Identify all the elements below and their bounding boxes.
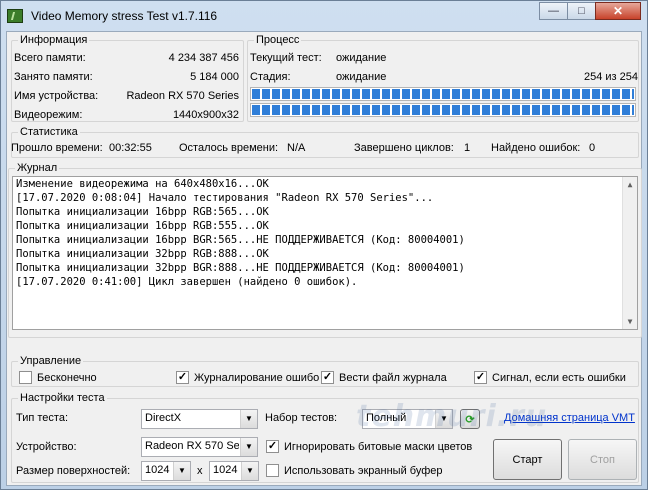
endless-label[interactable]: Бесконечно <box>37 371 97 385</box>
maximize-button[interactable]: □ <box>567 2 596 20</box>
ignore-bitmasks-checkbox[interactable]: ✓ <box>266 440 279 453</box>
log-line: Попытка инициализации 16bpp RGB:565...ОК <box>16 206 269 218</box>
current-test-label: Текущий тест: <box>250 52 322 64</box>
process-group: Процесс Текущий тест: ожидание Стадия: о… <box>247 33 639 122</box>
current-test-value: ожидание <box>336 52 387 64</box>
progress-bar-1 <box>250 87 636 101</box>
log-line: Попытка инициализации 32bpp RGB:888...ОК <box>16 248 269 260</box>
endless-checkbox[interactable] <box>19 371 32 384</box>
test-type-value: DirectX <box>145 412 182 424</box>
surface-height-value: 1024 <box>213 464 238 476</box>
log-file-label[interactable]: Вести файл журнала <box>339 371 447 385</box>
process-legend: Процесс <box>254 33 302 47</box>
journal-log[interactable]: Изменение видеорежима на 640x480x16...ОК… <box>12 176 638 330</box>
total-memory-value: 4 234 387 456 <box>168 52 239 64</box>
stage-value: ожидание <box>336 71 387 83</box>
journal-scrollbar[interactable]: ▲ ▼ <box>622 177 637 329</box>
title-bar[interactable]: Video Memory stress Test v1.7.116 — □ ✕ <box>1 1 647 31</box>
cycles-label: Завершено циклов: <box>354 142 454 154</box>
log-line: Попытка инициализации 16bpp RGB:555...ОК <box>16 220 269 232</box>
test-type-label: Тип теста: <box>16 412 69 424</box>
log-line: Изменение видеорежима на 640x480x16...ОК <box>16 178 269 190</box>
stage-count: 254 из 254 <box>583 71 638 83</box>
journal-lines: Изменение видеорежима на 640x480x16...ОК… <box>13 177 637 289</box>
stop-button[interactable]: Стоп <box>568 439 637 480</box>
elapsed-label: Прошло времени: <box>11 142 103 154</box>
remaining-label: Осталось времени: <box>179 142 279 154</box>
total-memory-label: Всего памяти: <box>14 52 86 64</box>
elapsed-value: 00:32:55 <box>109 142 152 154</box>
device-name-value: Radeon RX 570 Series <box>126 90 239 102</box>
log-errors-checkbox[interactable]: ✓ <box>176 371 189 384</box>
stage-label: Стадия: <box>250 71 291 83</box>
scroll-up-button[interactable]: ▲ <box>623 177 637 192</box>
progress-bar-2-fill <box>252 105 634 115</box>
surface-width-select[interactable]: 1024 ▼ <box>141 461 191 481</box>
test-type-select[interactable]: DirectX ▼ <box>141 409 258 429</box>
beep-checkbox[interactable]: ✓ <box>474 371 487 384</box>
stats-legend: Статистика <box>18 125 80 139</box>
progress-bar-2 <box>250 103 636 117</box>
control-group: Управление Бесконечно ✓ Журналирование о… <box>11 354 639 387</box>
test-set-label: Набор тестов: <box>265 412 338 424</box>
screen-buffer-checkbox[interactable] <box>266 464 279 477</box>
cycles-value: 1 <box>464 142 471 154</box>
used-memory-label: Занято памяти: <box>14 71 93 83</box>
scroll-down-button[interactable]: ▼ <box>623 314 637 329</box>
device-select[interactable]: Radeon RX 570 Series ▼ <box>141 437 258 457</box>
errors-value: 0 <box>589 142 596 154</box>
log-file-checkbox[interactable]: ✓ <box>321 371 334 384</box>
device-name-label: Имя устройства: <box>14 90 99 102</box>
window-title: Video Memory stress Test v1.7.116 <box>31 9 218 23</box>
beep-label[interactable]: Сигнал, если есть ошибки <box>492 371 626 385</box>
info-legend: Информация <box>18 33 90 47</box>
surface-x-label: x <box>197 465 203 477</box>
screen-buffer-label[interactable]: Использовать экранный буфер <box>284 464 443 478</box>
surface-height-select[interactable]: 1024 ▼ <box>209 461 259 481</box>
chevron-down-icon: ▼ <box>240 438 257 456</box>
window-controls: — □ ✕ <box>539 2 641 20</box>
watermark: tehmuri.ru <box>356 399 548 434</box>
log-line: Попытка инициализации 32bpp BGR:888...НЕ… <box>16 262 465 274</box>
surface-size-label: Размер поверхностей: <box>16 465 131 477</box>
log-line: [17.07.2020 0:08:04] Начало тестирования… <box>16 192 434 204</box>
chevron-down-icon: ▼ <box>240 410 257 428</box>
log-errors-label[interactable]: Журналирование ошибо <box>194 371 319 385</box>
start-button[interactable]: Старт <box>493 439 562 480</box>
chevron-down-icon: ▼ <box>173 462 190 480</box>
used-memory-value: 5 184 000 <box>190 71 239 83</box>
remaining-value: N/A <box>287 142 306 154</box>
app-icon <box>7 9 23 23</box>
close-button[interactable]: ✕ <box>595 2 641 20</box>
surface-width-value: 1024 <box>145 464 170 476</box>
journal-legend: Журнал <box>15 161 60 175</box>
errors-label: Найдено ошибок: <box>491 142 581 154</box>
log-line: Попытка инициализации 16bpp BGR:565...НЕ… <box>16 234 465 246</box>
video-mode-value: 1440x900x32 <box>172 109 239 121</box>
log-line: [17.07.2020 0:41:00] Цикл завершен (найд… <box>16 276 358 288</box>
settings-legend: Настройки теста <box>18 391 107 405</box>
progress-bar-1-fill <box>252 89 634 99</box>
app-window: Video Memory stress Test v1.7.116 — □ ✕ … <box>0 0 648 490</box>
info-group: Информация Всего памяти: 4 234 387 456 З… <box>11 33 244 122</box>
stats-group: Статистика Прошло времени: 00:32:55 Оста… <box>11 125 639 158</box>
ignore-bitmasks-label[interactable]: Игнорировать битовые маски цветов <box>284 440 472 454</box>
chevron-down-icon: ▼ <box>241 462 258 480</box>
control-legend: Управление <box>18 354 84 368</box>
minimize-button[interactable]: — <box>539 2 568 20</box>
device-value: Radeon RX 570 Series <box>145 440 239 452</box>
device-label: Устройство: <box>16 441 77 453</box>
video-mode-label: Видеорежим: <box>14 109 83 121</box>
